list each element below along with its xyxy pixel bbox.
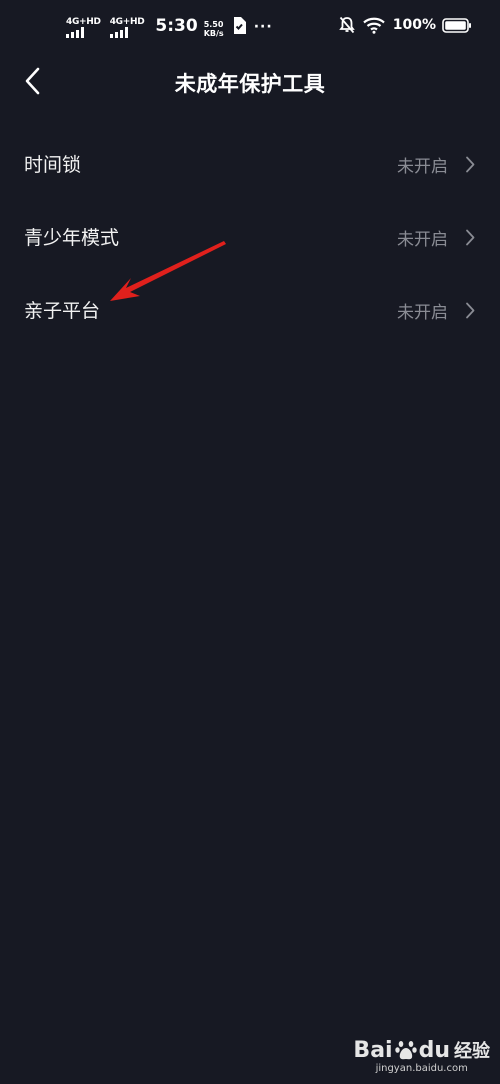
speed-unit: KB/s: [203, 29, 224, 38]
battery-percent: 100%: [392, 17, 436, 33]
nav-bar: 未成年保护工具: [0, 56, 500, 108]
status-bar: 4G+HD 4G+HD 5:30 5.50 KB/s ··· 100%: [0, 0, 500, 56]
watermark-brand-suffix: du: [418, 1037, 450, 1063]
more-notifications-icon: ···: [253, 19, 273, 35]
signal-icon: [109, 27, 128, 38]
paw-icon: [394, 1041, 417, 1060]
list-item-parent-child-platform[interactable]: 亲子平台 未开启: [0, 274, 500, 347]
status-bar-right: 100%: [338, 16, 472, 34]
signal-icon: [66, 27, 84, 38]
chevron-right-icon: [466, 229, 475, 246]
watermark-logo: Bai du 经验: [353, 1037, 490, 1063]
watermark-brand: Bai: [353, 1037, 393, 1063]
network-type-label: 4G+HD: [66, 17, 101, 27]
chevron-right-icon: [466, 302, 475, 319]
item-status: 未开启: [397, 230, 448, 250]
list-item-time-lock[interactable]: 时间锁 未开启: [0, 128, 500, 201]
item-label: 时间锁: [24, 154, 82, 176]
watermark-url: jingyan.baidu.com: [375, 1063, 468, 1074]
watermark-sub: 经验: [454, 1041, 490, 1062]
baidu-jingyan-watermark: Bai du 经验 jingyan.baidu.com: [353, 1037, 490, 1075]
item-status: 未开启: [397, 157, 448, 177]
status-bar-left: 4G+HD 4G+HD 5:30 5.50 KB/s ···: [66, 14, 273, 38]
item-label: 青少年模式: [24, 227, 120, 249]
network-type-label: 4G+HD: [109, 17, 145, 27]
battery-icon: [442, 17, 471, 33]
wifi-icon: [362, 17, 385, 34]
network-indicator-2: 4G+HD: [109, 17, 145, 38]
item-label: 亲子平台: [24, 300, 101, 322]
network-speed: 5.50 KB/s: [204, 20, 224, 38]
list-item-teen-mode[interactable]: 青少年模式 未开启: [0, 201, 500, 274]
network-indicator-1: 4G+HD: [66, 17, 101, 38]
settings-list: 时间锁 未开启 青少年模式 未开启 亲子平台 未开启: [0, 128, 500, 347]
sim-icon: [233, 17, 246, 34]
speed-value: 5.50: [203, 20, 224, 29]
page-title: 未成年保护工具: [174, 72, 326, 96]
mute-bell-icon: [338, 16, 355, 34]
chevron-right-icon: [466, 156, 475, 173]
item-status: 未开启: [397, 303, 448, 323]
status-time: 5:30: [155, 16, 198, 36]
